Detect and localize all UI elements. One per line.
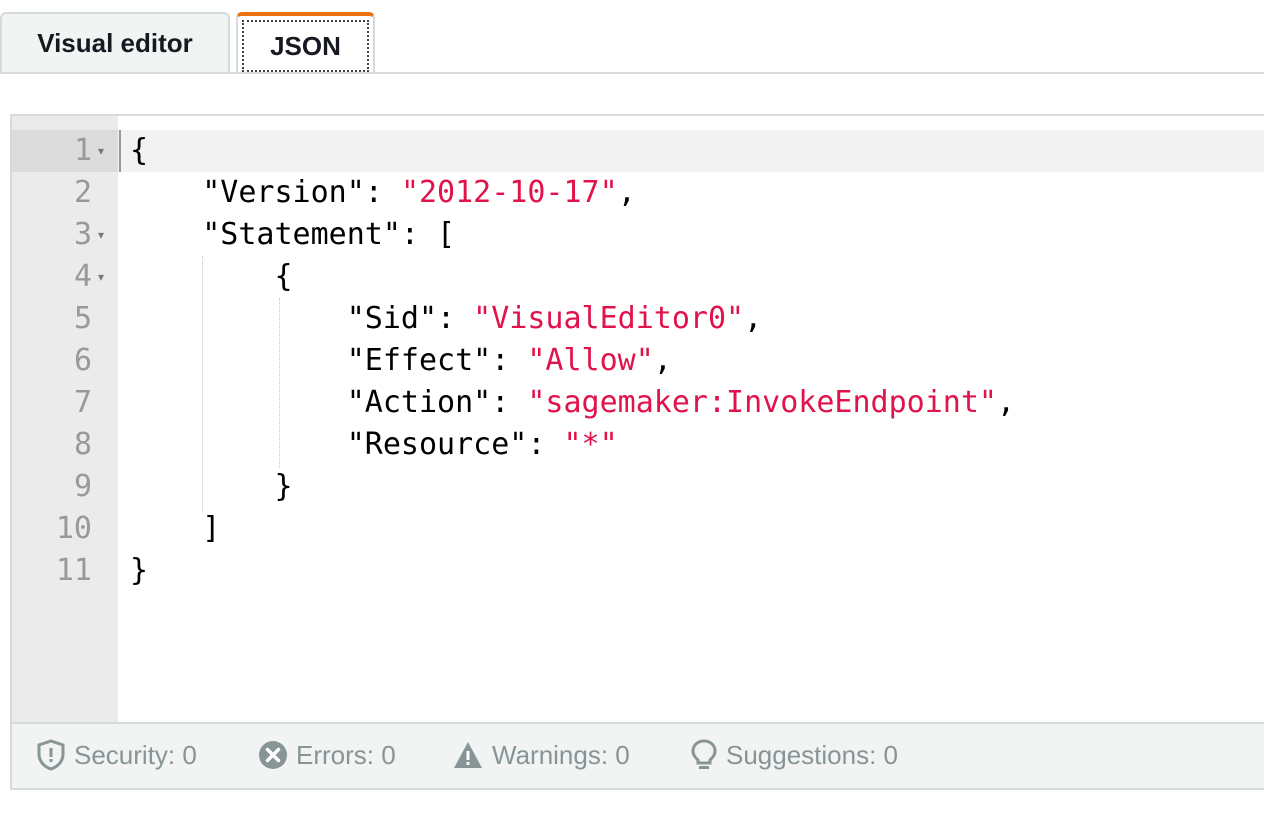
code-line: } [130,550,148,592]
code-text: } [130,469,293,504]
code-string: "VisualEditor0" [473,301,745,336]
code-text: { [130,133,149,168]
code-line: "Statement": [ [130,214,455,256]
code-line: "Effect": "Allow", [130,340,672,382]
code-key: "Action": [130,385,528,420]
code-key: "Resource": [130,427,564,462]
tab-visual-editor-label: Visual editor [37,27,193,58]
tab-visual-editor[interactable]: Visual editor [0,12,230,72]
tab-json[interactable]: JSON [236,12,375,74]
line-number: 1 [73,133,92,168]
policy-validation-bar: Security: 0 Errors: 0 Warnings: 0 Sugges… [12,722,1264,788]
code-text: } [130,553,149,588]
line-number: 7 [73,385,92,420]
code-key: "Effect": [130,343,528,378]
code-string: "2012-10-17" [400,175,618,210]
warnings-count: Warnings: 0 [492,739,630,770]
tab-bar-divider [0,72,1264,74]
code-key: "Sid": [130,301,474,336]
code-text: ] [130,511,221,546]
code-line: { [130,130,148,172]
code-line: "Action": "sagemaker:InvokeEndpoint", [130,382,1015,424]
code-line: "Version": "2012-10-17", [130,172,636,214]
code-line: { [130,256,293,298]
code-line: ] [130,508,220,550]
code-text: { [130,259,293,294]
line-number: 6 [73,343,92,378]
code-key: "Version": [130,175,401,210]
code-punct: , [996,385,1016,420]
shield-icon [37,739,65,771]
code-string: "sagemaker:InvokeEndpoint" [527,385,997,420]
code-punct: , [617,175,636,210]
line-number: 11 [55,553,92,588]
fold-arrow-icon[interactable]: ▾ [98,214,112,256]
line-number: 4 [73,259,92,294]
line-number: 5 [73,301,92,336]
suggestions-status[interactable]: Suggestions: 0 [690,724,898,786]
errors-count: Errors: 0 [296,739,396,770]
tab-json-focus-ring: JSON [242,20,369,72]
code-line: "Resource": "*" [130,424,618,466]
tab-json-label: JSON [270,30,341,61]
json-policy-editor[interactable]: 1 2 3 4 5 6 7 8 9 10 11 ▾ ▾ ▾ { "Version… [10,114,1264,790]
active-line-highlight [12,130,1264,172]
security-count: Security: 0 [74,739,197,770]
code-text: "Statement": [ [130,217,456,252]
line-number: 10 [55,511,92,546]
fold-arrow-icon[interactable]: ▾ [98,256,112,298]
line-number: 2 [73,175,92,210]
line-number: 8 [73,427,92,462]
warning-triangle-icon [454,742,482,768]
errors-status[interactable]: Errors: 0 [258,724,396,786]
security-status[interactable]: Security: 0 [36,724,197,786]
code-string: "*" [563,427,618,462]
warnings-status[interactable]: Warnings: 0 [452,724,630,786]
line-number: 9 [73,469,92,504]
error-circle-icon [259,741,287,769]
code-punct: , [744,301,763,336]
suggestions-count: Suggestions: 0 [726,739,899,770]
text-cursor [119,130,121,172]
fold-arrow-icon[interactable]: ▾ [98,130,112,172]
code-punct: , [653,343,672,378]
code-line: } [130,466,293,508]
code-line: "Sid": "VisualEditor0", [130,298,762,340]
line-number: 3 [73,217,92,252]
code-string: "Allow" [527,343,654,378]
tab-bar: Visual editor JSON [0,0,1264,74]
lightbulb-icon [691,739,717,769]
